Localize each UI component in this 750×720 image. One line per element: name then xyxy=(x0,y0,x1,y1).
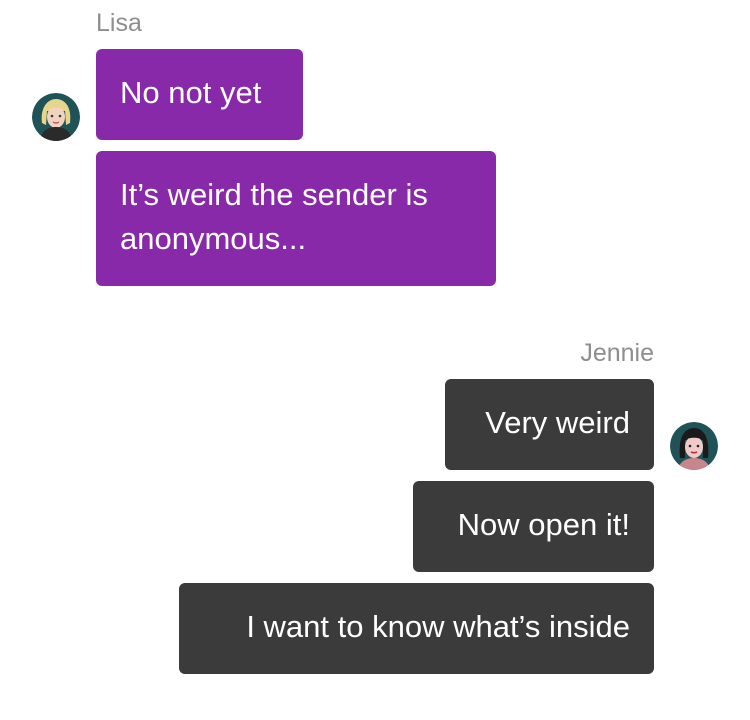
blonde-woman-avatar-icon xyxy=(32,93,80,141)
message-bubble-jennie-2[interactable]: Now open it! xyxy=(413,481,654,572)
message-bubble-jennie-3[interactable]: I want to know what’s inside xyxy=(179,583,654,674)
message-bubble-lisa-1[interactable]: No not yet xyxy=(96,49,303,140)
message-bubble-jennie-1[interactable]: Very weird xyxy=(445,379,654,470)
sender-name-jennie: Jennie xyxy=(580,339,654,367)
avatar-jennie[interactable] xyxy=(670,422,718,470)
dark-haired-woman-avatar-icon xyxy=(670,422,718,470)
sender-name-lisa: Lisa xyxy=(96,9,142,37)
message-bubble-lisa-2[interactable]: It’s weird the sender is anonymous... xyxy=(96,151,496,286)
avatar-lisa[interactable] xyxy=(32,93,80,141)
